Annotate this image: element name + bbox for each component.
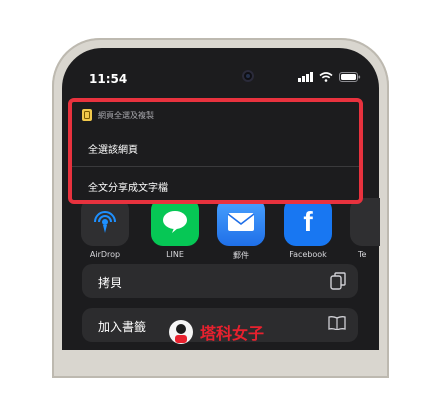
shortcut-menu-title: 網頁全選及複製 [98,110,154,120]
line-icon [151,198,199,246]
share-as-text-file-item[interactable]: 全文分享成文字檔 [72,172,359,200]
facebook-icon: f [284,198,332,246]
app-partial-icon [350,198,380,246]
app-label: Facebook [289,250,327,259]
shortcut-menu-header: 網頁全選及複製 [82,106,154,124]
shortcut-menu: 網頁全選及複製 全選該網頁 全文分享成文字檔 [68,98,363,204]
app-label: 郵件 [233,251,249,260]
copy-icon [330,272,346,290]
app-label: AirDrop [89,250,121,259]
airdrop-icon [81,198,129,246]
watermark-text: 塔科女子 [200,324,265,343]
watermark: 塔科女子 [168,312,338,352]
battery-icon [339,72,361,82]
app-line[interactable]: LINE [150,198,200,259]
action-label: 加入書籤 [98,320,147,334]
menu-item-label: 全選該網頁 [88,145,138,156]
select-all-page-item[interactable]: 全選該網頁 [72,134,359,162]
app-mail[interactable]: 郵件 [216,198,266,261]
mail-icon [217,198,265,246]
shortcut-icon [82,109,92,121]
app-facebook[interactable]: f Facebook [283,198,333,259]
app-telegram[interactable]: Te [350,198,380,259]
watermark-logo-icon [169,320,193,344]
menu-divider [72,166,359,167]
status-icons [298,72,361,82]
cellular-signal-icon [298,72,313,82]
share-app-row: AirDrop LINE 郵件 f Facebook Te [80,198,380,268]
wifi-icon [319,72,333,82]
app-airdrop[interactable]: AirDrop [80,198,130,259]
menu-item-label: 全文分享成文字檔 [88,183,168,194]
copy-action[interactable]: 拷貝 [82,264,358,298]
action-label: 拷貝 [98,276,123,290]
app-label: Te [358,250,367,259]
status-time: 11:54 [89,72,128,86]
app-label: LINE [166,250,184,259]
status-bar: 11:54 [62,48,379,92]
front-camera [242,70,254,82]
